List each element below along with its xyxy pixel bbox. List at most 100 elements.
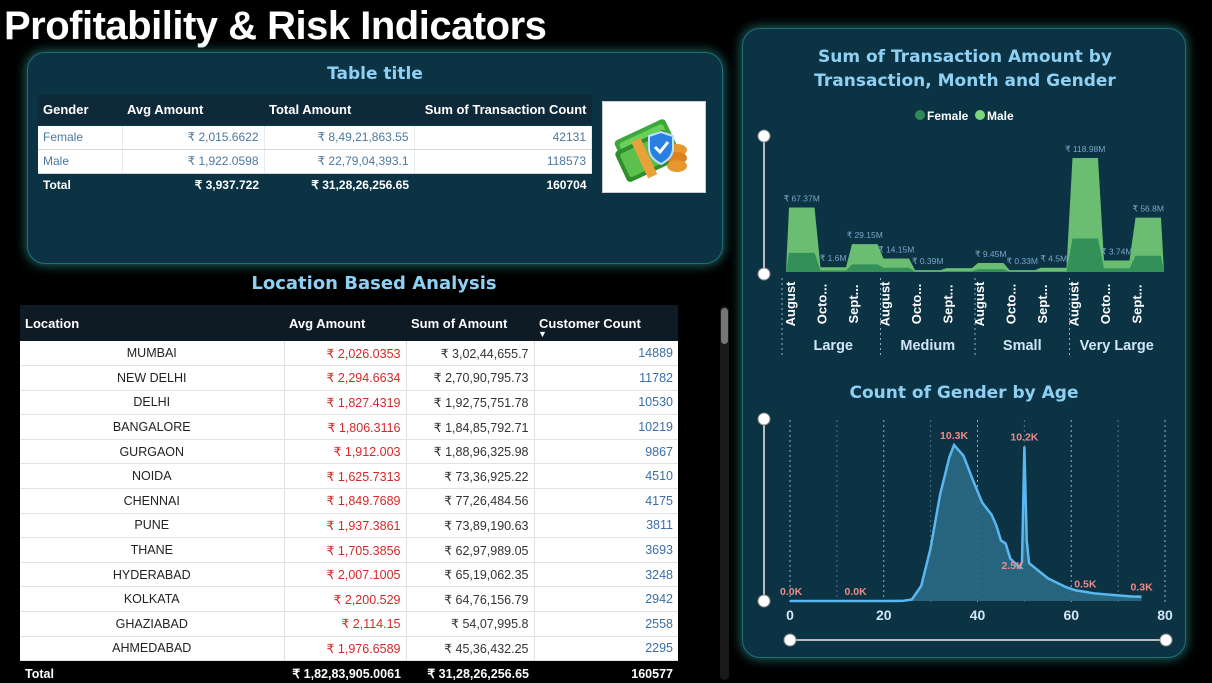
cell-avg-amount: ₹ 1,912.003 [283, 439, 406, 465]
cell-avg-amount: ₹ 1,849.7689 [283, 488, 406, 514]
cell-total-avg: ₹ 1,82,83,905.0061 [284, 660, 406, 683]
cell-location: GURGAON [20, 439, 284, 465]
table-row[interactable]: KOLKATA ₹ 2,200.529 ₹ 64,76,156.79 2942 [20, 586, 678, 613]
cell-customer-count: 2558 [533, 611, 678, 637]
table-row[interactable]: MUMBAI ₹ 2,026.0353 ₹ 3,02,44,655.7 14889 [20, 341, 678, 367]
col-total-amount[interactable]: Total Amount [264, 95, 414, 126]
cell-total-avg: ₹ 3,937.722 [194, 178, 259, 193]
cell-customer-count: 3248 [533, 562, 678, 588]
cell-avg-amount: ₹ 1,705.3856 [283, 537, 406, 563]
table-row[interactable]: GHAZIABAD ₹ 2,114.15 ₹ 54,07,995.8 2558 [20, 611, 678, 637]
cell-total-label: Total [43, 178, 71, 193]
cell-customer-count: 2942 [533, 586, 678, 613]
cell-total: ₹ 8,49,21,863.55 [264, 125, 415, 150]
cell-count: 118573 [414, 149, 592, 174]
cell-sum-amount: ₹ 73,36,925.22 [405, 463, 534, 490]
table-row[interactable]: HYDERABAD ₹ 2,007.1005 ₹ 65,19,062.35 3248 [20, 562, 678, 588]
cell-location: GHAZIABAD [20, 611, 284, 637]
cell-total-amount: ₹ 31,28,26,256.65 [311, 178, 409, 193]
col-avg-amount[interactable]: Avg Amount [284, 305, 406, 341]
col-customer-count-label: Customer Count [539, 315, 641, 331]
cell-location: NEW DELHI [20, 365, 284, 391]
cell-customer-count: 2295 [533, 636, 678, 662]
cell-total-count: 160704 [546, 178, 587, 193]
sort-desc-icon: ▼ [538, 329, 547, 339]
cell-location: HYDERABAD [20, 562, 284, 588]
table-row[interactable]: DELHI ₹ 1,827.4319 ₹ 1,92,75,751.78 10530 [20, 390, 678, 416]
cell-avg-amount: ₹ 2,114.15 [283, 611, 406, 637]
table-scrollbar[interactable] [720, 306, 729, 680]
cell-avg-amount: ₹ 1,827.4319 [283, 390, 406, 416]
table-total-row: Total ₹ 3,937.722 ₹ 31,28,26,256.65 1607… [38, 173, 592, 197]
table-row[interactable]: CHENNAI ₹ 1,849.7689 ₹ 77,26,484.56 4175 [20, 488, 678, 514]
cell-sum-amount: ₹ 64,76,156.79 [405, 586, 534, 613]
cell-total-cnt: 160577 [534, 660, 678, 683]
cell-location: KOLKATA [20, 586, 284, 613]
cell-sum-amount: ₹ 45,36,432.25 [405, 636, 534, 662]
cell-avg-amount: ₹ 1,625.7313 [283, 463, 406, 490]
cell-location: DELHI [20, 390, 284, 416]
location-table: Location Avg Amount Sum of Amount Custom… [20, 305, 678, 683]
cell-customer-count: 11782 [533, 365, 678, 391]
table-row[interactable]: Female ₹ 2,015.6622 ₹ 8,49,21,863.55 421… [38, 125, 592, 150]
gender-table-card: Table title Gender Avg Amount Total Amou… [27, 52, 723, 264]
cell-total-loc: Total [20, 660, 284, 683]
cell-customer-count: 4510 [533, 463, 678, 490]
col-gender[interactable]: Gender [38, 95, 122, 126]
dashboard-page: Profitability & Risk Indicators Table ti… [0, 0, 1212, 683]
cell-count: 42131 [414, 125, 592, 150]
cell-sum-amount: ₹ 77,26,484.56 [405, 488, 534, 514]
money-shield-image [602, 101, 706, 193]
cell-location: AHMEDABAD [20, 636, 284, 662]
cell-location: NOIDA [20, 463, 284, 490]
table-row[interactable]: NOIDA ₹ 1,625.7313 ₹ 73,36,925.22 4510 [20, 463, 678, 490]
cell-location: MUMBAI [20, 341, 284, 367]
cell-avg-amount: ₹ 2,294.6634 [283, 365, 406, 391]
cell-customer-count: 4175 [533, 488, 678, 514]
cell-customer-count: 10530 [533, 390, 678, 416]
location-table-header: Location Avg Amount Sum of Amount Custom… [20, 305, 678, 341]
cell-avg-amount: ₹ 1,976.6589 [283, 636, 406, 662]
gender-table-title: Table title [327, 64, 423, 84]
location-table-title: Location Based Analysis [251, 273, 497, 294]
col-customer-count[interactable]: Customer Count ▼ [534, 305, 678, 341]
cell-total-sum: ₹ 31,28,26,256.65 [406, 660, 534, 683]
cell-customer-count: 3693 [533, 537, 678, 563]
cell-location: PUNE [20, 513, 284, 539]
location-table-wrapper: Location Avg Amount Sum of Amount Custom… [20, 305, 680, 683]
transaction-chart-title-text: Sum of Transaction Amount by Transaction… [814, 47, 1116, 91]
table-row[interactable]: BANGALORE ₹ 1,806.3116 ₹ 1,84,85,792.71 102… [20, 414, 678, 440]
cell-avg: ₹ 2,015.6622 [122, 125, 265, 150]
cell-total: ₹ 22,79,04,393.1 [264, 149, 415, 174]
cell-location: CHENNAI [20, 488, 284, 514]
cell-sum-amount: ₹ 2,70,90,795.73 [405, 365, 534, 391]
table-row[interactable]: GURGAON ₹ 1,912.003 ₹ 1,88,96,325.98 9867 [20, 439, 678, 465]
cell-location: THANE [20, 537, 284, 563]
cell-customer-count: 10219 [533, 414, 678, 440]
cell-gender: Male [38, 149, 123, 174]
table-row[interactable]: Male ₹ 1,922.0598 ₹ 22,79,04,393.1 11857… [38, 149, 592, 174]
money-shield-icon [614, 119, 687, 182]
col-avg-amount[interactable]: Avg Amount [122, 95, 264, 126]
col-sum-amount[interactable]: Sum of Amount [406, 305, 534, 341]
cell-location: BANGALORE [20, 414, 284, 440]
table-row[interactable]: NEW DELHI ₹ 2,294.6634 ₹ 2,70,90,795.73 117… [20, 365, 678, 391]
transaction-chart-title: Sum of Transaction Amount by Transaction… [763, 45, 1167, 93]
table-scrollbar-thumb[interactable] [721, 308, 728, 344]
table-total-row: Total ₹ 1,82,83,905.0061 ₹ 31,28,26,256.65… [20, 660, 678, 683]
table-row[interactable]: THANE ₹ 1,705.3856 ₹ 62,97,989.05 3693 [20, 537, 678, 563]
col-location[interactable]: Location [20, 305, 284, 341]
cell-sum-amount: ₹ 65,19,062.35 [405, 562, 534, 588]
cell-avg: ₹ 1,922.0598 [122, 149, 265, 174]
page-title: Profitability & Risk Indicators [4, 4, 547, 48]
charts-card: Sum of Transaction Amount by Transaction… [742, 28, 1186, 658]
cell-sum-amount: ₹ 1,92,75,751.78 [405, 390, 534, 416]
cell-sum-amount: ₹ 3,02,44,655.7 [405, 341, 534, 367]
table-row[interactable]: PUNE ₹ 1,937.3861 ₹ 73,89,190.63 3811 [20, 513, 678, 539]
cell-sum-amount: ₹ 1,84,85,792.71 [405, 414, 534, 440]
col-transaction-count[interactable]: Sum of Transaction Count [414, 95, 592, 126]
cell-sum-amount: ₹ 1,88,96,325.98 [405, 439, 534, 465]
gender-table: Gender Avg Amount Total Amount Sum of Tr… [38, 95, 592, 197]
table-row[interactable]: AHMEDABAD ₹ 1,976.6589 ₹ 45,36,432.25 2295 [20, 636, 678, 662]
cell-customer-count: 3811 [533, 513, 678, 539]
